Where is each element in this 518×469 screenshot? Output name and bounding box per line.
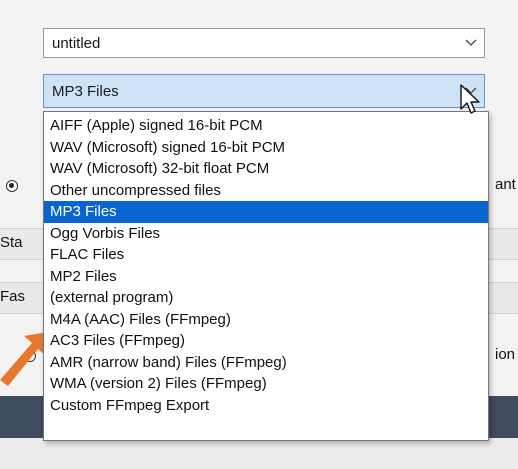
file-name-value: untitled — [52, 34, 101, 52]
dropdown-option[interactable]: FLAC Files — [44, 244, 488, 266]
mouse-cursor-icon — [460, 84, 480, 114]
file-name-combo[interactable]: untitled — [43, 28, 485, 58]
file-type-combo[interactable]: MP3 Files — [43, 74, 485, 108]
dropdown-option[interactable]: (external program) — [44, 287, 488, 309]
dropdown-option[interactable]: WAV (Microsoft) signed 16-bit PCM — [44, 137, 488, 159]
file-type-dropdown-list[interactable]: AIFF (Apple) signed 16-bit PCM WAV (Micro… — [43, 111, 489, 441]
bg-radio-button-1[interactable] — [6, 180, 18, 192]
chevron-down-icon[interactable] — [458, 29, 484, 57]
dropdown-option[interactable]: Custom FFmpeg Export — [44, 395, 488, 417]
dropdown-option[interactable]: MP2 Files — [44, 266, 488, 288]
dropdown-option[interactable]: WMA (version 2) Files (FFmpeg) — [44, 373, 488, 395]
dropdown-option[interactable]: AC3 Files (FFmpeg) — [44, 330, 488, 352]
bg-right-fragment-1: ant — [495, 176, 516, 193]
file-type-value: MP3 Files — [52, 82, 119, 100]
bg-label-2: Fas — [0, 288, 26, 305]
dropdown-option[interactable]: AMR (narrow band) Files (FFmpeg) — [44, 352, 488, 374]
dropdown-option[interactable]: MP3 Files — [44, 201, 488, 223]
dropdown-option[interactable]: M4A (AAC) Files (FFmpeg) — [44, 309, 488, 331]
bg-right-fragment-2: ion — [495, 346, 516, 363]
dropdown-option[interactable]: AIFF (Apple) signed 16-bit PCM — [44, 115, 488, 137]
dropdown-option[interactable]: Other uncompressed files — [44, 180, 488, 202]
dropdown-option[interactable]: Ogg Vorbis Files — [44, 223, 488, 245]
dropdown-option[interactable]: WAV (Microsoft) 32-bit float PCM — [44, 158, 488, 180]
bg-label-1: Sta — [0, 234, 23, 251]
bg-bottom-band — [0, 438, 518, 469]
